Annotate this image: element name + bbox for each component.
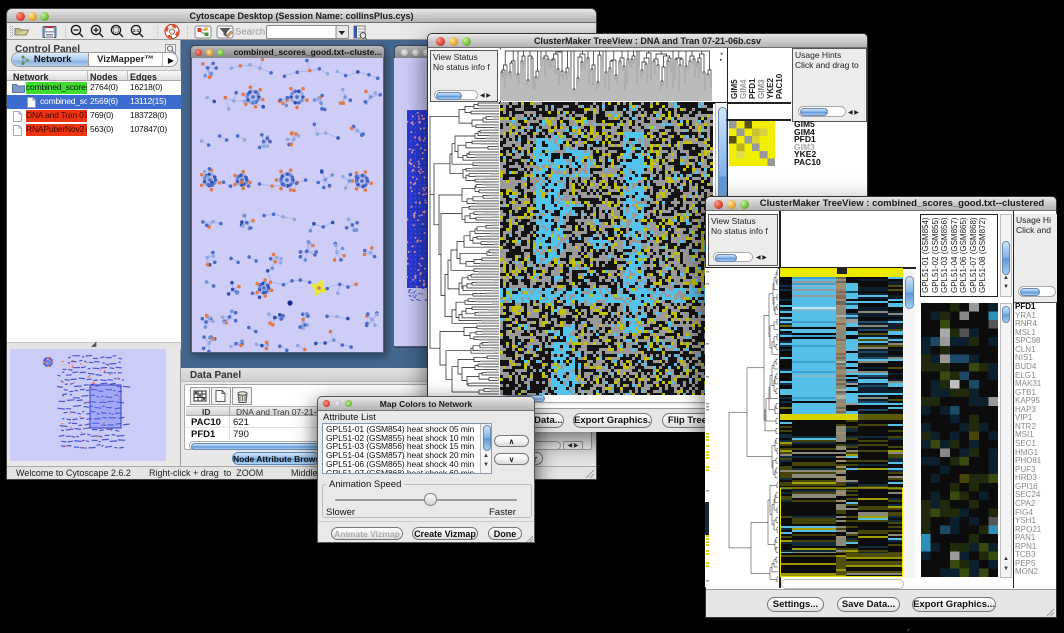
svg-text:1:1: 1:1 (133, 28, 140, 33)
svg-text:Search:: Search: (235, 27, 268, 38)
